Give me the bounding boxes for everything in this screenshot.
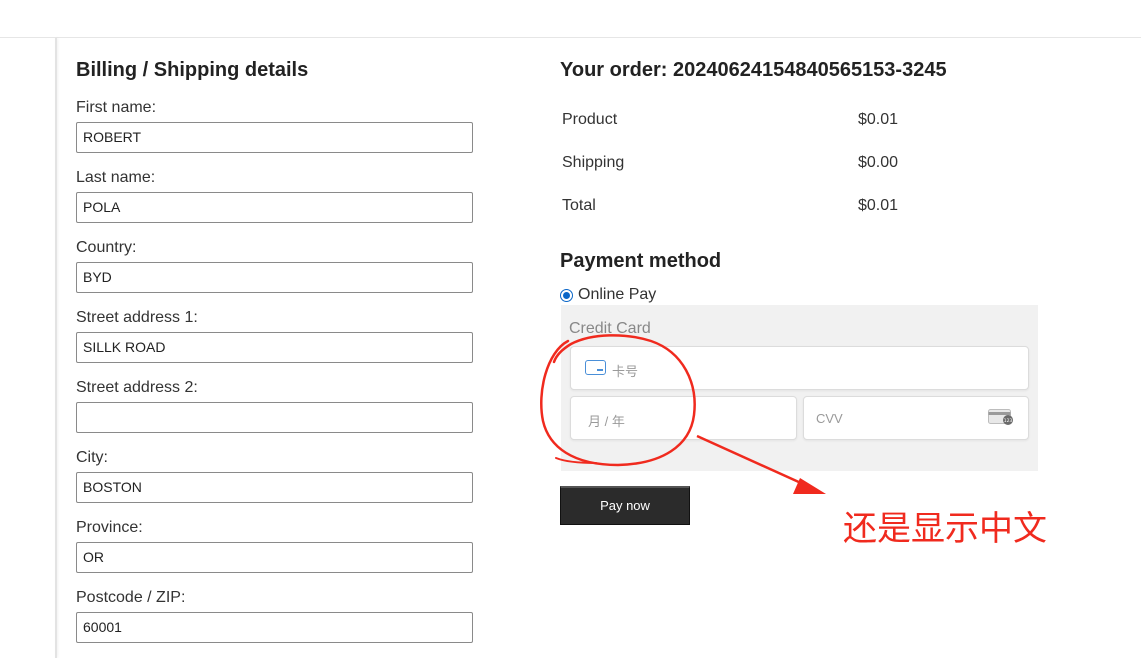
card-number-field[interactable]: 卡号 [570,346,1029,390]
postcode-label: Postcode / ZIP: [76,589,186,606]
order-product-label: Product [562,111,618,128]
billing-title: Billing / Shipping details [76,59,309,81]
city-input[interactable]: BOSTON [76,472,473,503]
street-address-1-input[interactable]: SILLK ROAD [76,332,473,363]
first-name-label: First name: [76,99,157,116]
card-number-placeholder: 卡号 [612,364,639,379]
online-pay-label: Online Pay [578,286,657,303]
order-product-value: $0.01 [858,111,899,128]
left-divider [55,38,57,658]
cvv-field[interactable]: CVV 123 [803,396,1029,440]
online-pay-option[interactable]: Online Pay [560,285,656,305]
city-label: City: [76,449,108,466]
postcode-input[interactable]: 60001 [76,612,473,643]
order-shipping-label: Shipping [562,154,625,171]
credit-card-title: Credit Card [569,320,651,337]
annotation-text: 还是显示中文 [843,509,1047,549]
country-input[interactable]: BYD [76,262,473,293]
street-address-2-label: Street address 2: [76,379,198,396]
last-name-label: Last name: [76,169,156,186]
pay-now-button[interactable]: Pay now [560,486,690,525]
order-shipping-value: $0.00 [858,154,899,171]
online-pay-radio[interactable] [560,288,573,302]
expiry-field[interactable]: 月 / 年 [570,396,797,440]
province-input[interactable]: OR [76,542,473,573]
cvv-card-icon: 123 [988,409,1013,425]
order-total-value: $0.01 [858,197,899,214]
order-title: Your order: 20240624154840565153-3245 [560,59,947,81]
province-label: Province: [76,519,143,536]
payment-method-title: Payment method [560,250,722,272]
cvv-placeholder: CVV [816,411,843,426]
annotation-arrow-head [793,478,826,494]
street-address-2-input[interactable] [76,402,473,433]
last-name-input[interactable]: POLA [76,192,473,223]
top-bar [0,0,1141,38]
street-address-1-label: Street address 1: [76,309,198,326]
first-name-input[interactable]: ROBERT [76,122,473,153]
expiry-placeholder: 月 / 年 [588,414,625,429]
credit-card-icon [585,360,606,375]
svg-text:123: 123 [1004,418,1013,424]
order-total-label: Total [562,197,596,214]
country-label: Country: [76,239,137,256]
